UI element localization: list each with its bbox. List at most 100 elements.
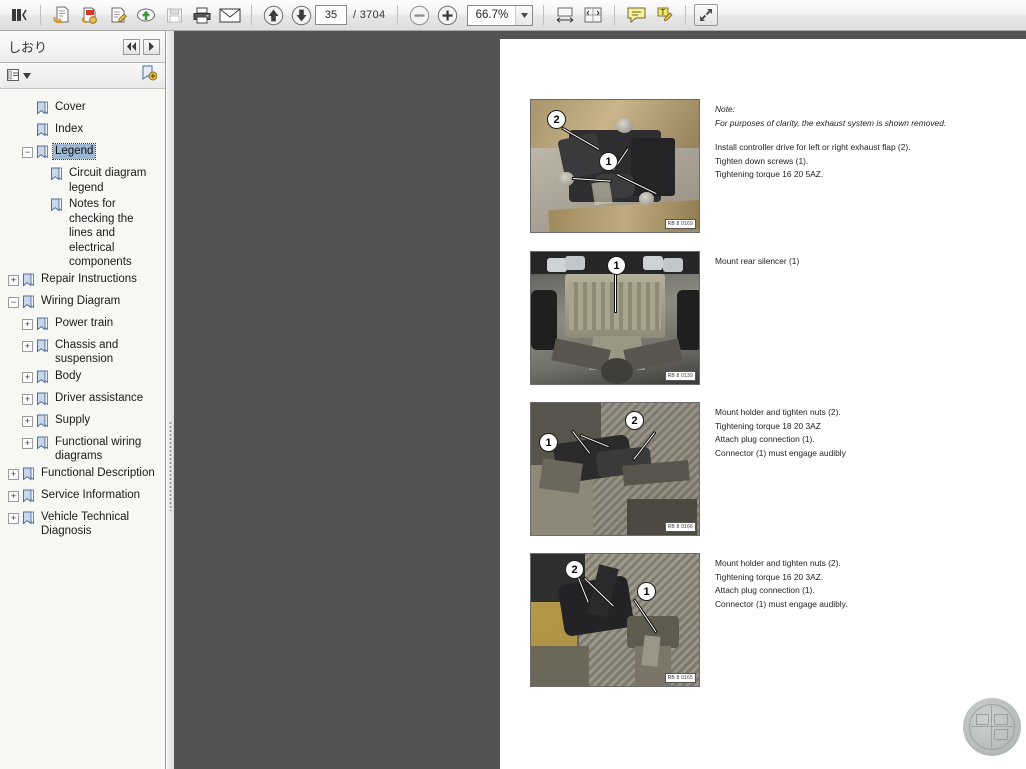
bookmark-item[interactable]: +Driver assistance — [0, 390, 165, 412]
zoom-out-icon[interactable] — [406, 3, 432, 27]
previous-page-icon[interactable] — [260, 3, 286, 27]
figure-callout-1: 1 — [607, 256, 626, 275]
bookmark-label: Service Information — [39, 488, 142, 503]
toolbar-divider-2 — [251, 5, 252, 25]
bookmark-item[interactable]: Notes for checking the lines and electri… — [0, 196, 165, 271]
create-pdf-icon[interactable] — [77, 3, 103, 27]
bookmark-icon — [36, 339, 49, 358]
expand-icon[interactable]: + — [22, 372, 33, 383]
bookmark-label: Circuit diagram legend — [67, 166, 161, 195]
expand-icon[interactable]: + — [8, 469, 19, 480]
expand-icon[interactable]: + — [22, 394, 33, 405]
instruction-line: Mount rear silencer (1) — [715, 255, 985, 269]
instruction-spacer — [715, 130, 985, 141]
new-bookmark-icon[interactable] — [141, 65, 157, 86]
watermark-crosshair-horizontal — [971, 726, 1013, 727]
page-number-input[interactable]: 35 — [315, 5, 347, 25]
sticky-note-icon[interactable] — [623, 3, 649, 27]
expand-icon[interactable]: + — [8, 491, 19, 502]
bookmark-icon — [36, 145, 49, 164]
figure-caption-4: RB 8 0165 — [665, 673, 696, 683]
bookmark-item[interactable]: Cover — [0, 99, 165, 121]
bookmark-item[interactable]: + Supply — [0, 412, 165, 434]
bookmark-item[interactable]: +Functional Description — [0, 465, 165, 487]
bookmark-options-button[interactable] — [7, 69, 31, 82]
watermark-glyph-right — [994, 714, 1008, 725]
collapse-icon[interactable]: − — [8, 297, 19, 308]
figure-caption-3: RB 8 0166 — [665, 522, 696, 532]
email-icon[interactable] — [217, 3, 243, 27]
instruction-line: Attach plug connection (1). — [715, 433, 985, 447]
watermark-glyph-left — [976, 714, 989, 725]
bookmark-item[interactable]: +Chassis and suspension — [0, 337, 165, 368]
expand-icon[interactable]: + — [8, 513, 19, 524]
toolbar-group-zoom: 66.7% — [405, 0, 551, 30]
page-total-label: / 3704 — [353, 9, 385, 21]
instruction-line: Mount holder and tighten nuts (2). — [715, 406, 985, 420]
expand-icon[interactable]: + — [22, 416, 33, 427]
fit-width-icon[interactable] — [552, 3, 578, 27]
bookmark-item[interactable]: + Service Information — [0, 487, 165, 509]
expand-icon[interactable]: + — [22, 319, 33, 330]
sidebar-title: しおり — [8, 37, 120, 56]
bookmark-label: Notes for checking the lines and electri… — [67, 197, 161, 270]
bookmark-label: Vehicle Technical Diagnosis — [39, 510, 161, 539]
bookmark-label: Body — [53, 369, 83, 384]
expand-icon[interactable]: + — [22, 341, 33, 352]
toolbar-group-sidebar — [0, 0, 48, 30]
figure-caption-2: RB 8 0139 — [665, 371, 696, 381]
upload-cloud-icon[interactable] — [133, 3, 159, 27]
bookmark-icon — [36, 414, 49, 433]
instruction-line: Install controller drive for left or rig… — [715, 141, 985, 155]
pdf-reader-window: 35 / 3704 66.7% — [0, 0, 1026, 769]
edit-pdf-icon[interactable] — [105, 3, 131, 27]
figure-callout-1: 1 — [599, 152, 618, 171]
toolbar-divider-1 — [40, 5, 41, 25]
bookmark-icon — [22, 511, 35, 530]
bookmark-icon — [22, 273, 35, 292]
sidebar-nav-next-button[interactable] — [143, 39, 160, 55]
chevron-down-icon[interactable] — [515, 6, 532, 25]
instruction-block-3: Mount holder and tighten nuts (2). Tight… — [715, 406, 985, 460]
save-icon — [161, 3, 187, 27]
fullscreen-icon[interactable] — [694, 4, 718, 26]
zoom-in-icon[interactable] — [434, 3, 460, 27]
bookmark-item[interactable]: +Power train — [0, 315, 165, 337]
bookmark-label: Cover — [53, 100, 88, 115]
toolbar-divider-6 — [685, 5, 686, 25]
bookmark-icon — [22, 489, 35, 508]
instruction-line: Note: — [715, 103, 985, 117]
sidebar-nav-first-button[interactable] — [123, 39, 140, 55]
expand-icon[interactable]: + — [22, 438, 33, 449]
bookmark-item[interactable]: −Wiring Diagram — [0, 293, 165, 315]
sidebar-splitter[interactable] — [167, 31, 174, 769]
print-icon[interactable] — [189, 3, 215, 27]
bookmark-item[interactable]: −Legend — [0, 143, 165, 165]
bookmark-tree: Cover Index−LegendCircuit diagram legendN… — [0, 90, 165, 769]
bookmark-icon — [36, 436, 49, 455]
zoom-level-select[interactable]: 66.7% — [467, 5, 533, 26]
bookmark-item[interactable]: + Functional wiring diagrams — [0, 434, 165, 465]
collapse-icon[interactable]: − — [22, 147, 33, 158]
bookmark-label: Supply — [53, 413, 92, 428]
sidebar-toolbar — [0, 63, 165, 89]
splitter-grip[interactable] — [169, 421, 172, 511]
fit-page-icon[interactable] — [580, 3, 606, 27]
highlight-text-icon[interactable]: T — [651, 3, 677, 27]
tree-spacer — [22, 103, 33, 114]
tree-spacer — [36, 169, 47, 180]
tree-spacer — [22, 125, 33, 136]
bookmark-item[interactable]: Index — [0, 121, 165, 143]
expand-icon[interactable]: + — [8, 275, 19, 286]
open-document-icon[interactable] — [49, 3, 75, 27]
next-page-icon[interactable] — [288, 3, 314, 27]
bookmark-item[interactable]: + Vehicle Technical Diagnosis — [0, 509, 165, 540]
bookmark-item[interactable]: + Body — [0, 368, 165, 390]
bookmark-item[interactable]: Circuit diagram legend — [0, 165, 165, 196]
bookmark-label: Functional wiring diagrams — [53, 435, 161, 464]
bookmark-item[interactable]: +Repair Instructions — [0, 271, 165, 293]
figure-callout-2: 2 — [547, 110, 566, 129]
sidebar-toggle-icon[interactable] — [6, 3, 32, 27]
instruction-line: Tightening torque 16 20 5AZ. — [715, 168, 985, 182]
document-viewer[interactable]: 2 1 RB 8 0169 Note: For purposes of clar… — [167, 31, 1026, 769]
